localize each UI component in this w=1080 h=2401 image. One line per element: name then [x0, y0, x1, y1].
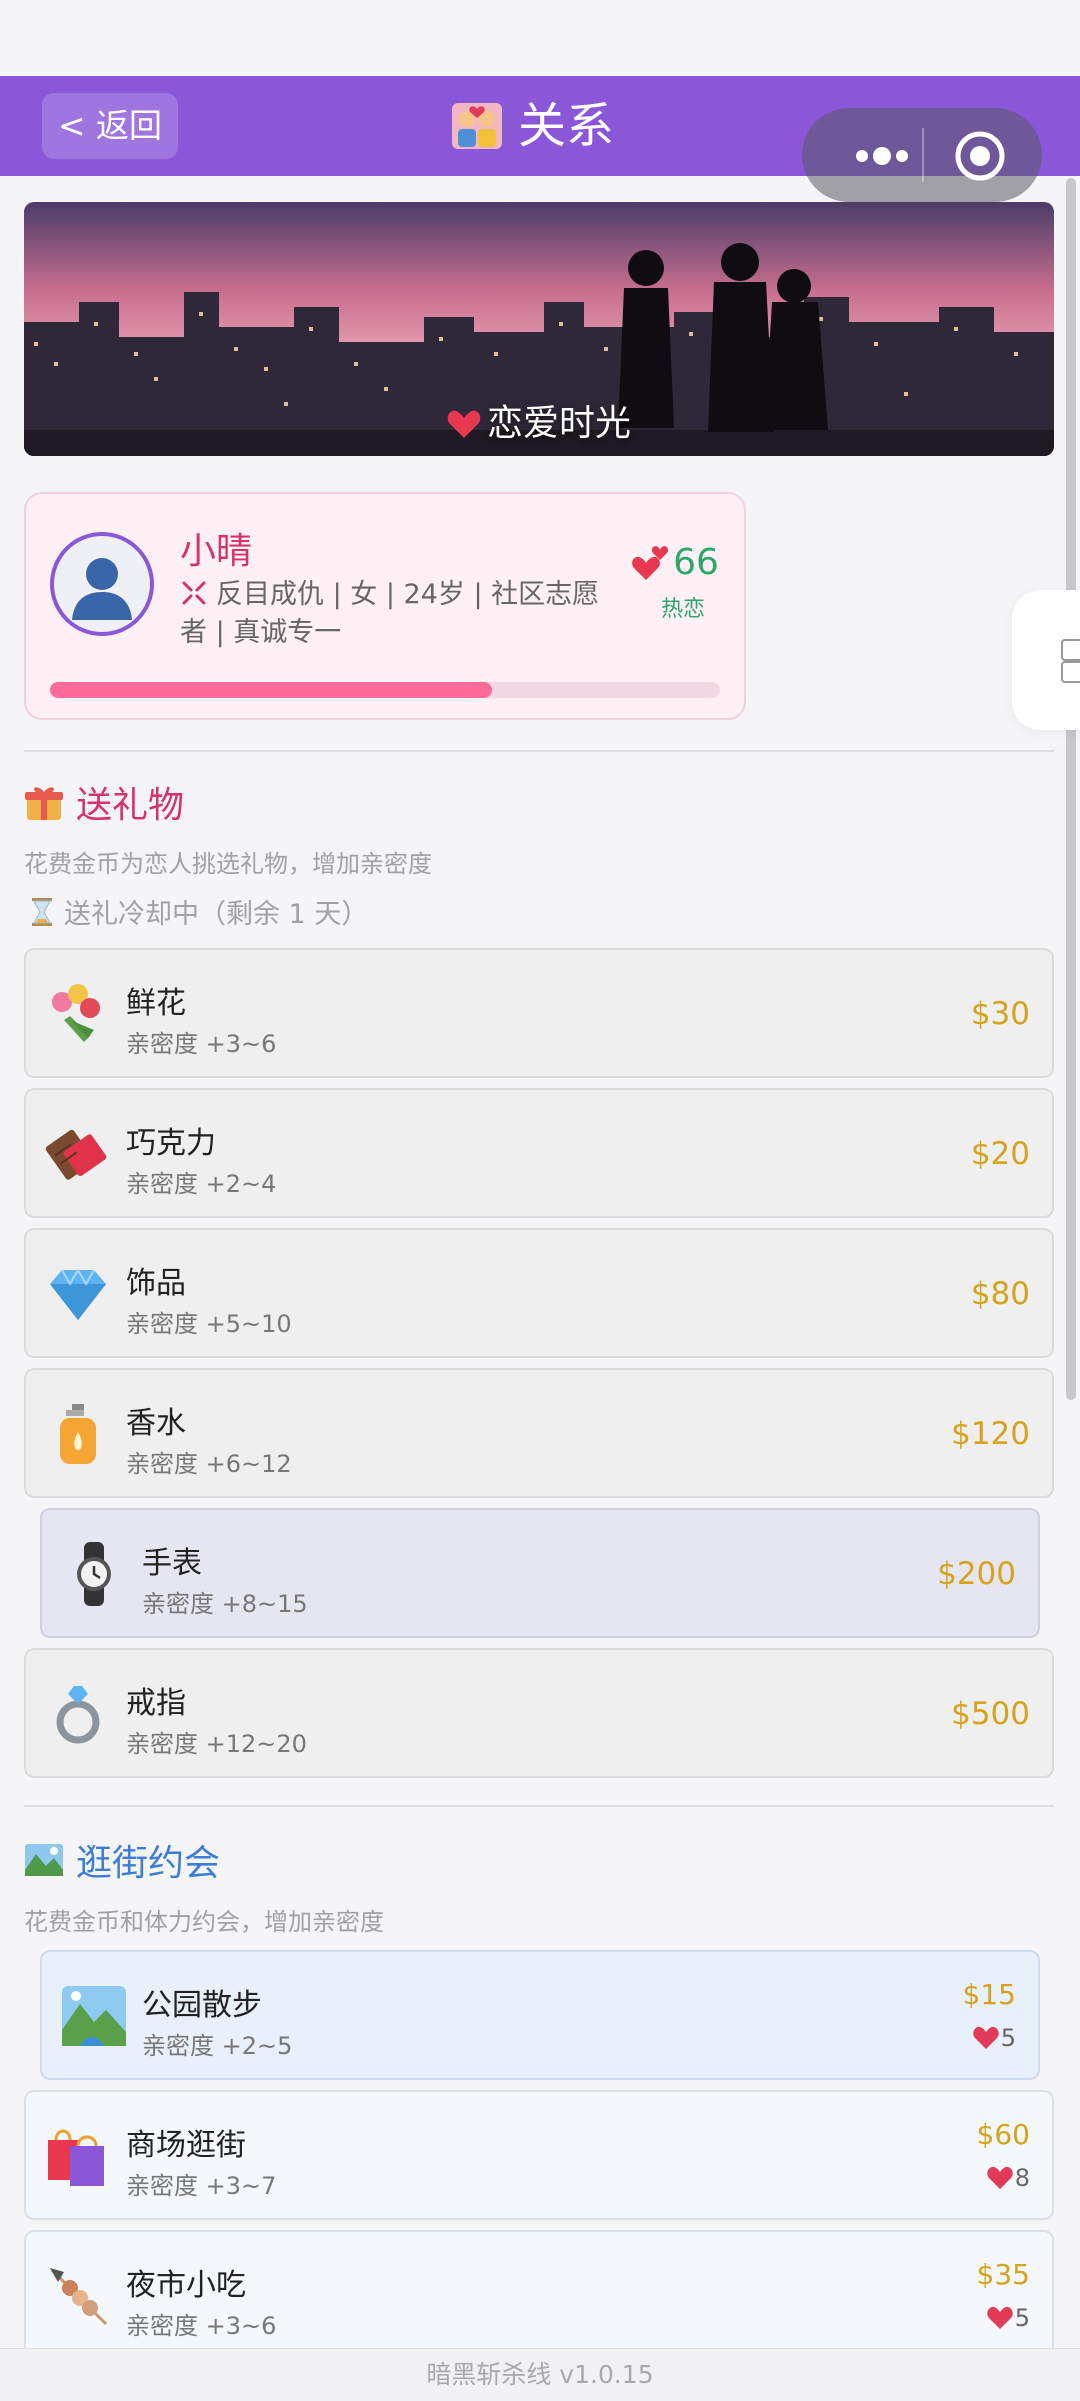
close-target-icon[interactable]	[952, 128, 1008, 184]
gift-item-ring[interactable]: 戒指 亲密度 +12~20 $500	[24, 1648, 1054, 1778]
side-tab-icon	[1061, 639, 1080, 683]
date-name: 公园散步	[142, 1988, 262, 2023]
miniprogram-capsule	[802, 108, 1042, 202]
more-icon[interactable]	[832, 136, 942, 176]
gift-price: $30	[970, 996, 1030, 1032]
hourglass-icon	[32, 897, 52, 926]
gifts-section-title: 送礼物	[24, 776, 184, 828]
gift-effect: 亲密度 +12~20	[126, 1730, 307, 1758]
scrollbar[interactable]	[1066, 178, 1076, 1400]
date-name: 商场逛街	[126, 2128, 246, 2163]
diamond-icon	[50, 1267, 106, 1320]
skewer-icon	[50, 2268, 108, 2326]
chocolate-icon	[45, 1129, 107, 1180]
partner-info: 反目成仇 | 女 | 24岁 | 社区志愿者 | 真诚专一	[180, 579, 600, 648]
gift-item-chocolate[interactable]: 巧克力 亲密度 +2~4 $20	[24, 1088, 1054, 1218]
date-energy-cost: 8	[986, 2164, 1030, 2192]
gift-item-flower[interactable]: 鲜花 亲密度 +3~6 $30	[24, 948, 1054, 1078]
date-effect: 亲密度 +3~7	[126, 2172, 277, 2200]
app-version-footer: 暗黑斩杀线 v1.0.15	[0, 2348, 1080, 2401]
gift-price: $200	[937, 1556, 1016, 1592]
gift-name: 鲜花	[126, 986, 186, 1021]
gift-name: 饰品	[126, 1266, 186, 1301]
shopping-bags-icon	[48, 2129, 104, 2186]
couple-icon	[452, 103, 502, 149]
floating-side-tab[interactable]	[1012, 590, 1080, 730]
energy-value: 5	[1014, 2304, 1030, 2332]
person-icon	[72, 558, 132, 620]
section-divider	[24, 1805, 1054, 1807]
anger-icon	[182, 581, 206, 605]
dates-section-title: 逛街约会	[24, 1834, 220, 1886]
partner-card[interactable]: 小晴 反目成仇 | 女 | 24岁 | 社区志愿者 | 真诚专一 66 热恋	[24, 492, 746, 720]
gift-name: 香水	[126, 1406, 186, 1441]
status-bar-area	[0, 0, 1080, 76]
section-divider	[24, 750, 1054, 752]
date-item-mall-shopping[interactable]: 商场逛街 亲密度 +3~7 $60 8	[24, 2090, 1054, 2220]
date-energy-cost: 5	[972, 2024, 1016, 2052]
page-title-group: 关系	[450, 76, 614, 176]
gift-effect: 亲密度 +3~6	[126, 1030, 277, 1058]
gift-name: 巧克力	[126, 1126, 216, 1161]
perfume-icon	[60, 1404, 96, 1464]
partner-name: 小晴	[180, 531, 253, 572]
hero-banner: 恋爱时光	[24, 202, 1054, 456]
heart-icon	[447, 410, 481, 438]
cooldown-text: 送礼冷却中（剩余 1 天）	[64, 899, 369, 930]
gift-item-perfume[interactable]: 香水 亲密度 +6~12 $120	[24, 1368, 1054, 1498]
date-price: $15	[962, 1978, 1016, 2011]
bouquet-icon	[52, 984, 100, 1042]
gift-price: $80	[970, 1276, 1030, 1312]
capsule-divider	[922, 128, 924, 182]
gifts-title: 送礼物	[76, 785, 185, 826]
heart-icon	[972, 2026, 999, 2049]
landscape-icon	[25, 1844, 63, 1876]
gift-effect: 亲密度 +8~15	[142, 1590, 308, 1618]
relationship-stage: 热恋	[660, 597, 705, 622]
gift-effect: 亲密度 +5~10	[126, 1310, 292, 1338]
heart-icon	[986, 2306, 1013, 2329]
gift-item-watch[interactable]: 手表 亲密度 +8~15 $200	[40, 1508, 1040, 1638]
gift-price: $120	[951, 1416, 1030, 1452]
dates-description: 花费金币和体力约会，增加亲密度	[24, 1908, 384, 1936]
avatar	[50, 532, 154, 636]
dates-title: 逛街约会	[76, 1843, 221, 1884]
intimacy-progress-bar	[50, 682, 720, 698]
intimacy-progress-fill	[50, 682, 493, 698]
park-icon	[62, 1986, 126, 2046]
gift-name: 手表	[142, 1546, 202, 1581]
gift-price: $20	[970, 1136, 1030, 1172]
partner-info-line: 反目成仇 | 女 | 24岁 | 社区志愿者 | 真诚专一	[180, 576, 620, 652]
heart-icon	[632, 546, 669, 580]
gift-effect: 亲密度 +2~4	[126, 1170, 277, 1198]
gift-icon	[25, 787, 63, 820]
date-price: $60	[976, 2118, 1030, 2151]
hero-caption-group: 恋爱时光	[24, 394, 1054, 446]
watch-icon	[77, 1542, 111, 1606]
gift-effect: 亲密度 +6~12	[126, 1450, 292, 1478]
ring-icon	[56, 1686, 100, 1744]
energy-value: 8	[1014, 2164, 1030, 2192]
gifts-description: 花费金币为恋人挑选礼物，增加亲密度	[24, 850, 432, 878]
page-title: 关系	[518, 98, 615, 154]
date-effect: 亲密度 +3~6	[126, 2312, 277, 2340]
heart-icon	[986, 2166, 1013, 2189]
gift-item-accessory[interactable]: 饰品 亲密度 +5~10 $80	[24, 1228, 1054, 1358]
date-name: 夜市小吃	[126, 2268, 246, 2303]
hero-caption: 恋爱时光	[486, 403, 631, 444]
date-item-night-market[interactable]: 夜市小吃 亲密度 +3~6 $35 5	[24, 2230, 1054, 2360]
back-button[interactable]: < 返回	[42, 93, 178, 159]
intimacy-score: 66 热恋	[632, 542, 728, 623]
date-effect: 亲密度 +2~5	[142, 2032, 293, 2060]
gift-name: 戒指	[126, 1686, 186, 1721]
energy-value: 5	[1000, 2024, 1016, 2052]
gift-cooldown-notice: 送礼冷却中（剩余 1 天）	[30, 892, 368, 931]
gift-price: $500	[951, 1696, 1030, 1732]
date-price: $35	[976, 2258, 1030, 2291]
date-item-park-walk[interactable]: 公园散步 亲密度 +2~5 $15 5	[40, 1950, 1040, 2080]
date-energy-cost: 5	[986, 2304, 1030, 2332]
